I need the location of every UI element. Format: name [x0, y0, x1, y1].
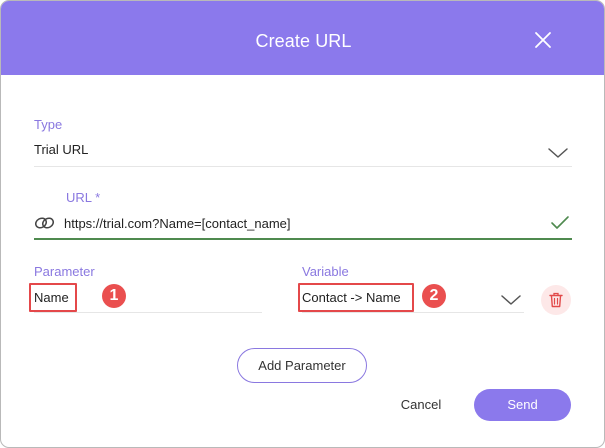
link-icon — [34, 217, 55, 229]
url-input[interactable]: https://trial.com?Name=[contact_name] — [64, 216, 291, 231]
variable-number-badge: 2 — [422, 284, 446, 308]
parameter-highlight-box — [29, 283, 77, 312]
parameter-underline — [34, 312, 262, 313]
type-chevron-down-icon[interactable] — [547, 146, 569, 160]
close-button[interactable] — [527, 27, 559, 55]
variable-label: Variable — [302, 264, 349, 279]
trash-icon — [549, 292, 563, 308]
variable-underline — [302, 312, 524, 313]
url-underline — [34, 238, 572, 240]
dialog-header: Create URL — [1, 1, 604, 75]
checkmark-icon — [551, 216, 569, 229]
send-button[interactable]: Send — [474, 389, 571, 421]
url-label: URL * — [66, 190, 101, 205]
type-label: Type — [34, 117, 63, 132]
variable-chevron-down-icon[interactable] — [500, 293, 522, 307]
dialog-title: Create URL — [255, 31, 352, 51]
add-parameter-button[interactable]: Add Parameter — [237, 348, 367, 383]
type-underline — [34, 166, 572, 167]
parameter-label: Parameter — [34, 264, 95, 279]
delete-parameter-button[interactable] — [541, 285, 571, 315]
type-select-value[interactable]: Trial URL — [34, 142, 88, 157]
variable-highlight-box — [298, 283, 414, 312]
cancel-button[interactable]: Cancel — [386, 391, 456, 419]
create-url-dialog: Create URL Type Trial URL URL * https://… — [0, 0, 605, 448]
parameter-number-badge: 1 — [102, 284, 126, 308]
close-icon — [535, 32, 551, 48]
